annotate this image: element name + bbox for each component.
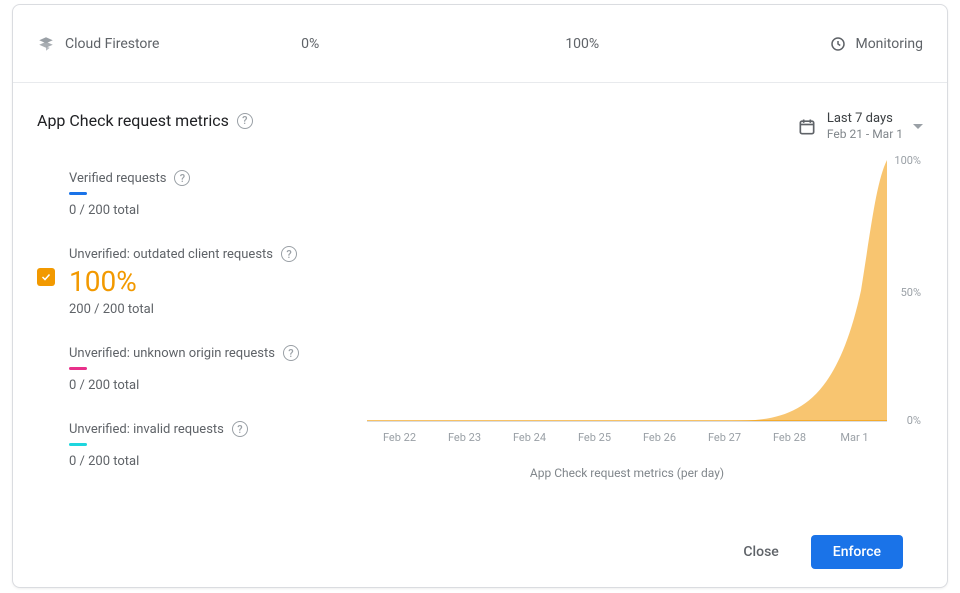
date-range-label: Last 7 days [827, 111, 903, 127]
firestore-icon [37, 35, 55, 53]
legend-label: Unverified: invalid requests [69, 422, 224, 437]
help-icon[interactable]: ? [232, 421, 248, 437]
help-icon[interactable]: ? [281, 246, 297, 262]
y-axis-label: 50% [901, 286, 921, 299]
help-icon[interactable]: ? [237, 113, 253, 129]
legend-subtext: 0 / 200 total [69, 454, 349, 469]
color-swatch [69, 367, 87, 370]
topbar-status: Monitoring [829, 35, 923, 53]
calendar-icon [797, 117, 817, 137]
help-icon[interactable]: ? [174, 170, 190, 186]
clock-icon [829, 35, 847, 53]
help-icon[interactable]: ? [283, 345, 299, 361]
x-axis-label: Feb 28 [757, 431, 822, 444]
page-title: App Check request metrics [37, 111, 229, 130]
legend-label: Unverified: outdated client requests [69, 247, 273, 262]
color-swatch [69, 443, 87, 446]
legend-subtext: 200 / 200 total [69, 302, 349, 317]
close-button[interactable]: Close [721, 535, 800, 569]
x-axis: Feb 22 Feb 23 Feb 24 Feb 25 Feb 26 Feb 2… [367, 431, 887, 444]
service-label: Cloud Firestore [65, 36, 159, 52]
legend-item-invalid[interactable]: Unverified: invalid requests ? 0 / 200 t… [37, 411, 349, 487]
chart-caption: App Check request metrics (per day) [367, 466, 887, 480]
app-check-card: Cloud Firestore 0% 100% Monitoring App C… [12, 4, 948, 588]
topbar-pct-b: 100% [565, 36, 829, 52]
legend-label: Verified requests [69, 171, 166, 186]
legend-label: Unverified: unknown origin requests [69, 346, 275, 361]
date-range-picker[interactable]: Last 7 days Feb 21 - Mar 1 [797, 111, 923, 142]
chart: 100% 50% 0% Feb 22 Feb 23 Feb 24 Feb 25 [367, 160, 887, 440]
chart-baseline [367, 420, 887, 421]
date-range-value: Feb 21 - Mar 1 [827, 127, 903, 142]
checkbox-checked-icon[interactable] [37, 268, 55, 286]
chart-plot: 100% 50% 0% [367, 160, 887, 422]
x-axis-label: Mar 1 [822, 431, 887, 444]
x-axis-label: Feb 24 [497, 431, 562, 444]
status-label: Monitoring [855, 36, 923, 52]
legend-item-outdated[interactable]: Unverified: outdated client requests ? 1… [37, 236, 349, 335]
x-axis-label: Feb 26 [627, 431, 692, 444]
color-swatch [69, 192, 87, 195]
x-axis-label: Feb 22 [367, 431, 432, 444]
legend: Verified requests ? 0 / 200 total Unveri… [37, 160, 357, 521]
y-axis-label: 0% [907, 414, 921, 427]
x-axis-label: Feb 25 [562, 431, 627, 444]
x-axis-label: Feb 27 [692, 431, 757, 444]
x-axis-label: Feb 23 [432, 431, 497, 444]
chevron-down-icon [913, 124, 923, 129]
legend-subtext: 0 / 200 total [69, 203, 349, 218]
chart-area [367, 160, 887, 421]
topbar-pct-a: 0% [301, 36, 565, 52]
footer: Close Enforce [37, 521, 923, 587]
legend-item-unknown[interactable]: Unverified: unknown origin requests ? 0 … [37, 335, 349, 411]
enforce-button[interactable]: Enforce [811, 535, 903, 569]
legend-subtext: 0 / 200 total [69, 378, 349, 393]
topbar: Cloud Firestore 0% 100% Monitoring [13, 5, 947, 83]
legend-percent: 100% [69, 268, 349, 296]
legend-item-verified[interactable]: Verified requests ? 0 / 200 total [37, 160, 349, 236]
y-axis-label: 100% [894, 154, 921, 167]
